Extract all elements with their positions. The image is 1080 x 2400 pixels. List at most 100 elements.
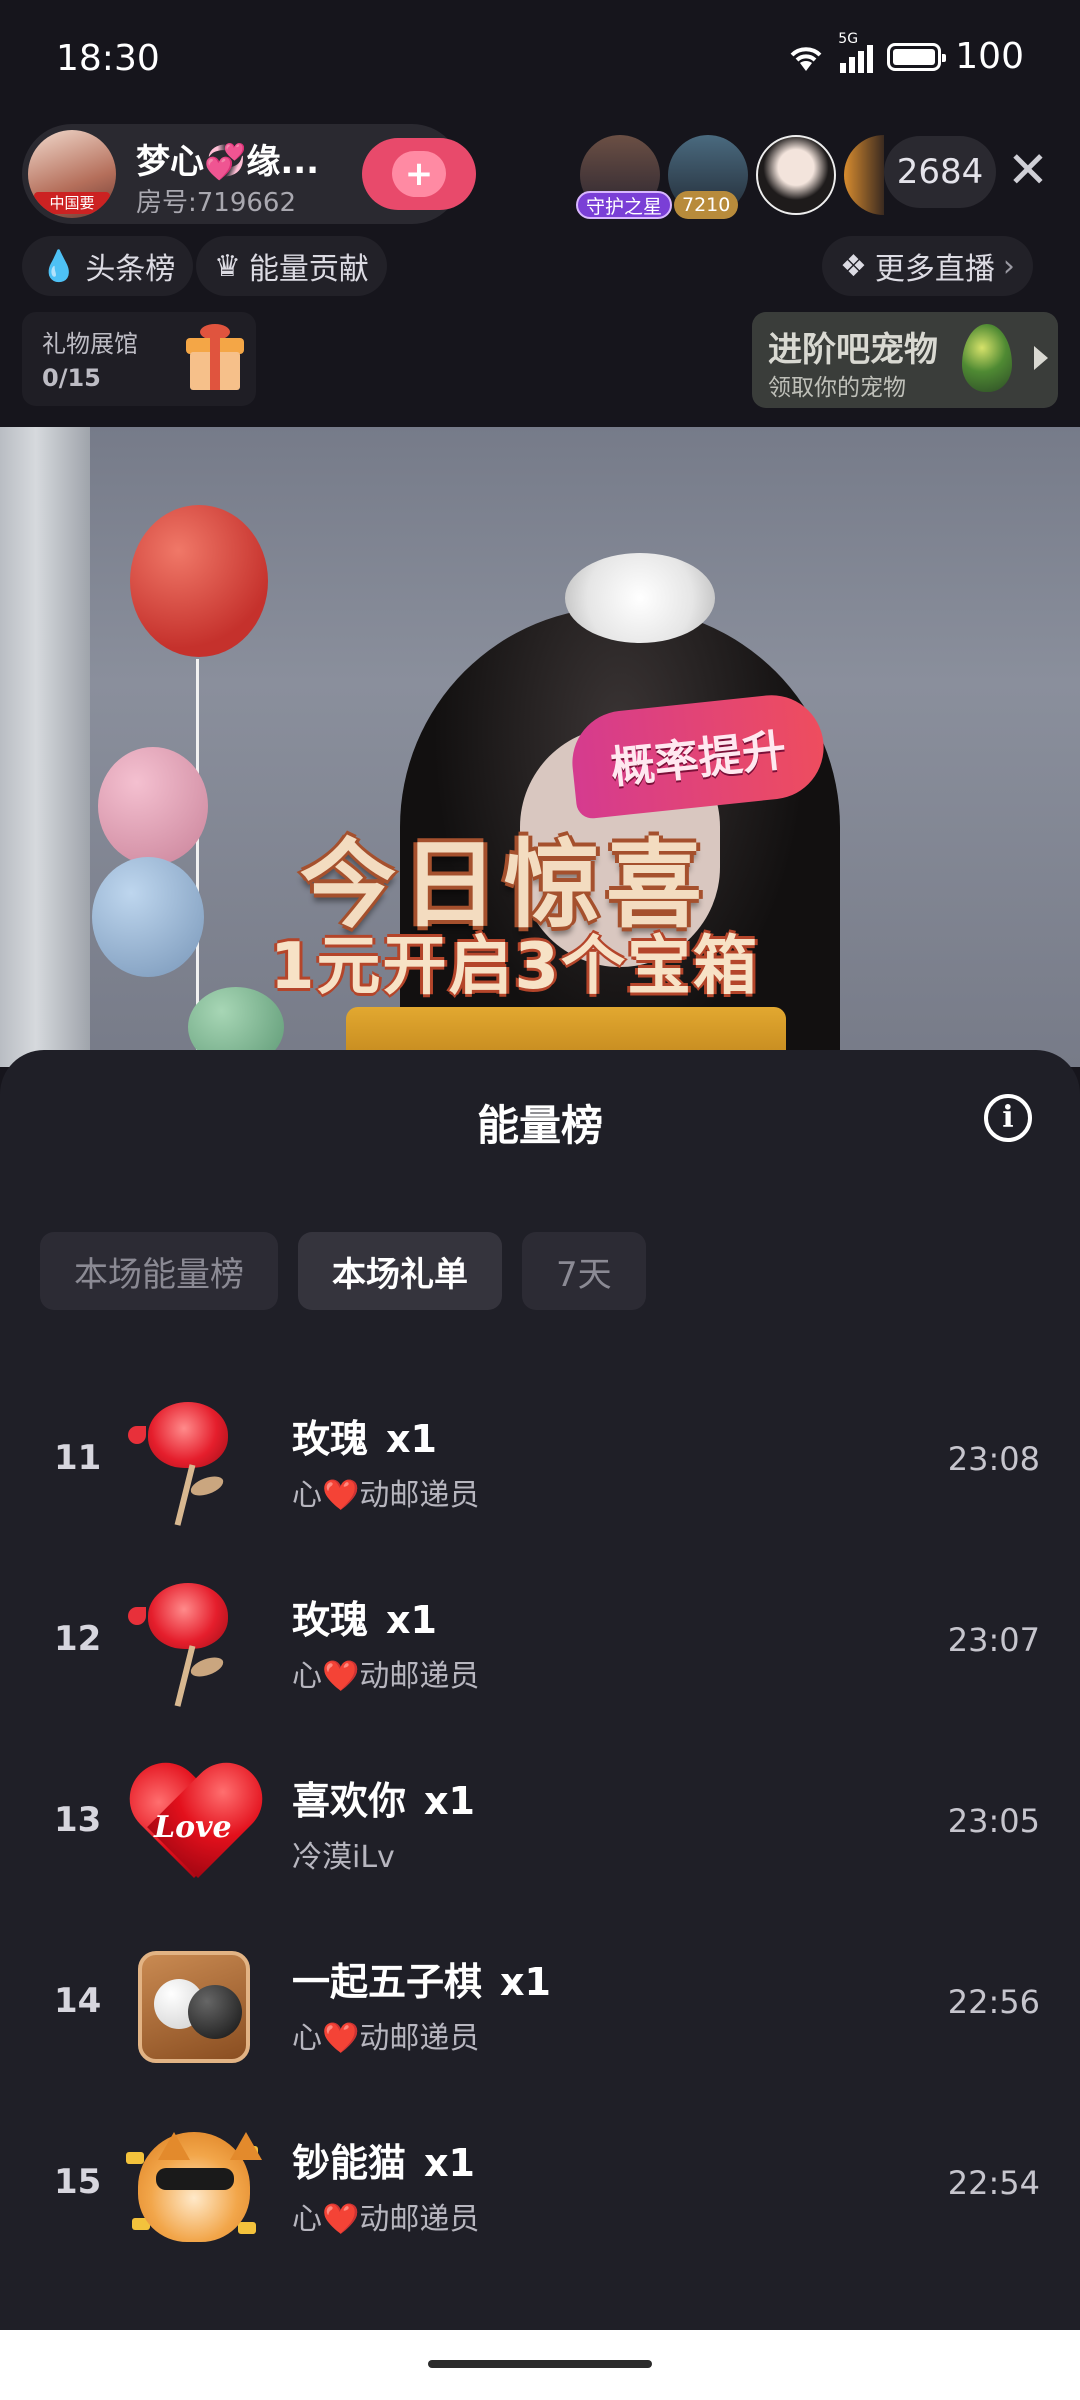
rank-number: 15 <box>54 2162 102 2202</box>
gift-title: 一起五子棋 <box>292 1960 483 2004</box>
gift-quantity: x1 <box>424 2141 475 2185</box>
heart-emoji: ❤️ <box>322 1478 360 1513</box>
gift-quantity: x1 <box>386 1417 437 1461</box>
pet-banner-subtitle: 领取你的宠物 <box>768 375 906 401</box>
viewer-avatar[interactable] <box>844 135 884 215</box>
gift-name: 玫瑰 x1 <box>292 1589 437 1644</box>
host-name: 梦心💞缘... <box>136 142 320 182</box>
energy-rank-sheet: 能量榜 i 本场能量榜 本场礼单 7天 11 玫瑰 x1 心❤️动邮递员 23:0… <box>0 1050 1080 2330</box>
list-item[interactable]: 11 玫瑰 x1 心❤️动邮递员 23:08 <box>0 1362 1080 1543</box>
gift-box-icon <box>186 324 244 390</box>
gift-list: 11 玫瑰 x1 心❤️动邮递员 23:08 12 玫瑰 x1 心❤️动邮递员 23… <box>0 1362 1080 2267</box>
headline-rank-label: 头条榜 <box>85 252 176 287</box>
sender-suffix: 动邮递员 <box>359 2021 480 2056</box>
energy-contribution-button[interactable]: ♛ 能量贡献 <box>196 236 387 296</box>
sender-prefix: 心 <box>292 1478 322 1513</box>
promo-subline: 1元开启3个宝箱 <box>270 930 760 1004</box>
gift-gallery-title: 礼物展馆 <box>42 330 138 358</box>
gift-title: 喜欢你 <box>292 1779 407 1823</box>
sender-name: 心❤️动邮递员 <box>292 2194 479 2238</box>
list-item[interactable]: 14 一起五子棋 x1 心❤️动邮递员 22:56 <box>0 1905 1080 2086</box>
viewer-avatar[interactable]: 7210 <box>668 135 748 219</box>
close-icon[interactable]: ✕ <box>998 140 1058 200</box>
sender-suffix: 动邮递员 <box>359 2202 480 2237</box>
chevron-right-icon: › <box>1002 248 1015 284</box>
tab-session-gifts[interactable]: 本场礼单 <box>298 1232 502 1310</box>
sender-prefix: 心 <box>292 2021 322 2056</box>
sheet-tabs: 本场能量榜 本场礼单 7天 <box>40 1232 646 1310</box>
list-item[interactable]: 15 钞能猫 x1 心❤️动邮递员 22:54 <box>0 2086 1080 2267</box>
gift-name: 喜欢你 x1 <box>292 1770 475 1825</box>
network-type-label: 5G <box>838 30 859 47</box>
heart-emoji: ❤️ <box>322 2202 360 2237</box>
tags-row: 💧 头条榜 ♛ 能量贡献 ❖ 更多直播 › <box>0 232 1080 302</box>
gift-time: 22:54 <box>947 2164 1040 2202</box>
curtain <box>0 427 90 1067</box>
status-icons: 5G 100 <box>786 31 1024 77</box>
sender-name: 心❤️动邮递员 <box>292 2013 479 2057</box>
viewer-score-badge: 7210 <box>674 191 739 219</box>
list-item[interactable]: 12 玫瑰 x1 心❤️动邮递员 23:07 <box>0 1543 1080 1724</box>
gift-gallery[interactable]: 礼物展馆 0/15 <box>22 312 256 406</box>
energy-contribution-label: 能量贡献 <box>248 252 369 287</box>
top-viewers: 守护之星 7210 <box>576 130 892 220</box>
love-heart-icon: Love <box>122 1760 262 1900</box>
more-live-button[interactable]: ❖ 更多直播 › <box>822 236 1033 296</box>
battery-level: 100 <box>955 36 1024 77</box>
gift-quantity: x1 <box>500 1960 551 2004</box>
gift-title: 玫瑰 <box>292 1598 369 1642</box>
sender-suffix: 动邮递员 <box>359 1659 480 1694</box>
tab-session-energy[interactable]: 本场能量榜 <box>40 1232 278 1310</box>
gift-quantity: x1 <box>386 1598 437 1642</box>
pet-banner-title: 进阶吧宠物 <box>768 330 938 370</box>
sender-prefix: 心 <box>292 2202 322 2237</box>
home-indicator[interactable] <box>428 2360 652 2368</box>
sender-name: 心❤️动邮递员 <box>292 1470 479 1514</box>
battery-icon <box>887 42 947 71</box>
follow-button[interactable]: + <box>362 138 476 210</box>
gomoku-icon <box>122 1941 262 2081</box>
gift-title: 钞能猫 <box>292 2141 407 2185</box>
flame-icon: 💧 <box>40 248 78 284</box>
sheet-title: 能量榜 <box>476 1101 603 1150</box>
host-room-number: 房号:719662 <box>136 188 297 218</box>
rank-number: 12 <box>54 1619 102 1659</box>
list-item[interactable]: 13 Love 喜欢你 x1 冷漠iLv 23:05 <box>0 1724 1080 1905</box>
live-video[interactable]: 概率提升 今日惊喜 1元开启3个宝箱 <box>0 427 1080 1067</box>
balloon-red <box>130 505 268 657</box>
host-bar: 中国要 梦心💞缘... 房号:719662 + 守护之星 7210 2684 ✕ <box>0 120 1080 230</box>
more-live-label: 更多直播 <box>874 252 995 287</box>
wifi-icon <box>790 46 822 71</box>
sender-name: 冷漠iLv <box>292 1832 395 1876</box>
sender-suffix: 动邮递员 <box>359 1478 480 1513</box>
gift-time: 23:08 <box>947 1440 1040 1478</box>
viewer-avatar[interactable]: 守护之星 <box>576 135 673 219</box>
gift-time: 22:56 <box>947 1983 1040 2021</box>
info-icon[interactable]: i <box>984 1094 1032 1142</box>
host-info[interactable]: 中国要 梦心💞缘... 房号:719662 + <box>22 124 476 224</box>
status-bar: 18:30 5G 100 <box>0 0 1080 120</box>
rank-number: 11 <box>54 1438 102 1478</box>
heart-emoji: ❤️ <box>322 1659 360 1694</box>
sender-name: 心❤️动邮递员 <box>292 1651 479 1695</box>
headline-rank-button[interactable]: 💧 头条榜 <box>22 236 194 296</box>
pet-banner[interactable]: 进阶吧宠物 领取你的宠物 <box>752 312 1058 408</box>
money-cat-icon <box>122 2122 262 2262</box>
tab-7-days[interactable]: 7天 <box>522 1232 646 1310</box>
host-avatar-tag: 中国要 <box>34 192 110 214</box>
gift-quantity: x1 <box>424 1779 475 1823</box>
heart-emoji: ❤️ <box>322 2021 360 2056</box>
play-arrow-icon <box>1034 346 1048 370</box>
gift-title: 玫瑰 <box>292 1417 369 1461</box>
heart-plus-icon: + <box>392 151 446 197</box>
hair-flower <box>565 553 715 643</box>
gift-time: 23:07 <box>947 1621 1040 1659</box>
host-avatar[interactable]: 中国要 <box>28 130 116 218</box>
rose-icon <box>122 1579 262 1719</box>
viewer-count[interactable]: 2684 <box>884 136 996 208</box>
gift-time: 23:05 <box>947 1802 1040 1840</box>
viewer-avatar[interactable] <box>756 135 836 215</box>
rank-number: 13 <box>54 1800 102 1840</box>
pet-egg-icon <box>962 324 1012 392</box>
gift-name: 钞能猫 x1 <box>292 2132 475 2187</box>
